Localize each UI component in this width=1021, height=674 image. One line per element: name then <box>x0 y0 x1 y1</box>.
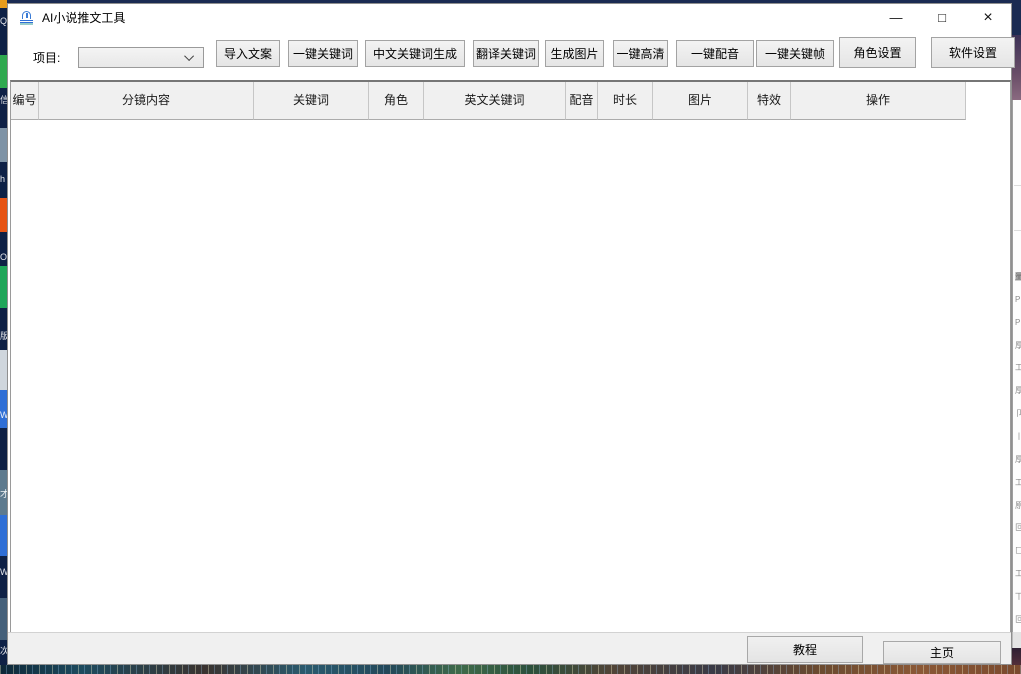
desktop-icon-fragment: 版 <box>0 331 7 341</box>
column-header-image: 图片 <box>653 82 748 120</box>
list-item-fragment: 丨 <box>1015 432 1021 441</box>
desktop-icon-fragment: 才 <box>0 489 7 499</box>
column-header-keywords: 关键词 <box>254 82 369 120</box>
desktop-wallpaper-bottom-edge <box>0 665 1021 674</box>
list-item-fragment: 工 <box>1015 363 1021 372</box>
app-window: AI小说推文工具 — □ × 项目: 导入文案 一键关键词 中文关键词生成 翻译… <box>7 3 1012 665</box>
desktop-icon-fragments-left: Q 信 h Of 版 W 才 W 次 <box>0 16 7 656</box>
import-copy-button[interactable]: 导入文案 <box>216 40 280 67</box>
desktop-left-edge: Q 信 h Of 版 W 才 W 次 <box>0 0 7 674</box>
desktop-icon-fragment: Q <box>0 16 7 26</box>
character-settings-button[interactable]: 角色设置 <box>839 37 916 68</box>
list-item-fragment: P <box>1015 295 1021 304</box>
column-header-character: 角色 <box>369 82 424 120</box>
column-header-english-keywords: 英文关键词 <box>424 82 566 120</box>
close-icon[interactable]: × <box>965 4 1011 31</box>
list-item-fragment: 叵 <box>1015 523 1021 532</box>
project-label: 项目: <box>33 49 60 66</box>
list-item-fragment: 工 <box>1015 569 1021 578</box>
desktop-icon-fragment: 次 <box>0 646 7 656</box>
minimize-icon[interactable]: — <box>873 4 919 31</box>
list-item-fragment: 厚 <box>1015 455 1021 464</box>
chinese-keywords-generate-button[interactable]: 中文关键词生成 <box>365 40 465 67</box>
translate-keywords-button[interactable]: 翻译关键词 <box>473 40 539 67</box>
column-header-shot-content: 分镜内容 <box>39 82 254 120</box>
table-header-row: 编号 分镜内容 关键词 角色 英文关键词 配音 时长 图片 特效 操作 <box>11 82 1010 120</box>
home-button[interactable]: 主页 <box>883 641 1001 664</box>
list-item-fragment: 厚 <box>1015 341 1021 350</box>
tutorial-button[interactable]: 教程 <box>747 636 863 663</box>
divider <box>1014 230 1021 231</box>
column-header-number: 编号 <box>11 82 39 120</box>
table-header-filler <box>966 82 1010 120</box>
list-item-fragment: 厚 <box>1015 386 1021 395</box>
list-item-fragment: 卩 <box>1015 409 1021 418</box>
list-item-fragment: 叵 <box>1015 615 1021 624</box>
desktop-icon-fragment: Of <box>0 252 7 262</box>
background-window-right-edge: 量PP厚工厚卩丨厚工原叵匚工丅叵 <box>1012 0 1021 674</box>
storyboard-table: 编号 分镜内容 关键词 角色 英文关键词 配音 时长 图片 特效 操作 <box>10 80 1011 633</box>
background-window-panel: 量PP厚工厚卩丨厚工原叵匚工丅叵 <box>1012 100 1021 632</box>
background-window-list-fragments: 量PP厚工厚卩丨厚工原叵匚工丅叵 <box>1015 272 1021 624</box>
one-click-hd-button[interactable]: 一键高清 <box>613 40 668 67</box>
software-settings-button[interactable]: 软件设置 <box>931 37 1015 68</box>
list-item-fragment: 工 <box>1015 478 1021 487</box>
app-icon <box>20 11 34 25</box>
list-item-fragment: 丅 <box>1015 592 1021 601</box>
column-header-dubbing: 配音 <box>566 82 598 120</box>
list-item-fragment: 原 <box>1015 501 1021 510</box>
window-controls: — □ × <box>873 4 1011 31</box>
list-item-fragment: 量 <box>1015 272 1021 281</box>
one-click-keywords-button[interactable]: 一键关键词 <box>288 40 358 67</box>
generate-images-button[interactable]: 生成图片 <box>545 40 604 67</box>
list-item-fragment: 匚 <box>1015 546 1021 555</box>
titlebar: AI小说推文工具 — □ × <box>8 4 1011 31</box>
column-header-duration: 时长 <box>598 82 653 120</box>
desktop-icon-fragment: W <box>0 567 7 577</box>
desktop-icon-fragment: h <box>0 174 5 184</box>
list-item-fragment: P <box>1015 318 1021 327</box>
table-body-empty <box>11 120 1010 634</box>
maximize-icon[interactable]: □ <box>919 4 965 31</box>
window-title: AI小说推文工具 <box>42 9 125 26</box>
project-select[interactable] <box>78 47 204 68</box>
one-click-keyframes-button[interactable]: 一键关键帧 <box>756 40 834 67</box>
wallpaper-fragment <box>1012 0 1021 35</box>
background-window-footer-fragment <box>1012 632 1021 648</box>
one-click-dubbing-button[interactable]: 一键配音 <box>676 40 754 67</box>
column-header-effects: 特效 <box>748 82 791 120</box>
column-header-actions: 操作 <box>791 82 966 120</box>
divider <box>1014 185 1021 186</box>
desktop-icon-fragment: 信 <box>0 95 7 105</box>
chevron-down-icon <box>184 51 194 61</box>
desktop-icon-fragment: W <box>0 410 7 420</box>
